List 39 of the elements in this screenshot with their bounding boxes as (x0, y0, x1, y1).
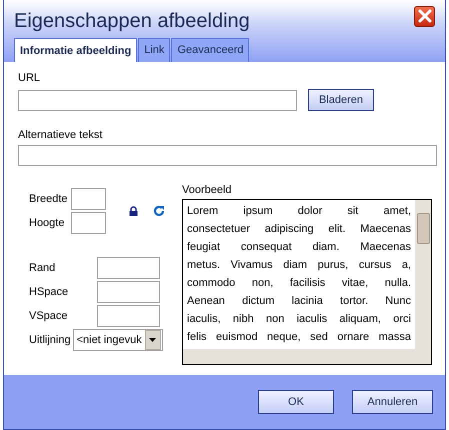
vertical-scrollbar[interactable] (415, 200, 431, 349)
field-label: HSpace (29, 286, 70, 298)
preview-text-line: metus. Vivamus diam purus, cursus a, (187, 258, 411, 273)
tab[interactable]: Link (138, 38, 170, 62)
tab[interactable]: Geavanceerd (171, 38, 250, 62)
field-label: Rand (29, 262, 56, 274)
close-icon (418, 9, 432, 23)
alt-text-field[interactable] (18, 145, 437, 166)
spacing-field[interactable] (97, 305, 160, 327)
dialog-button[interactable]: OK (258, 390, 334, 414)
refresh-icon[interactable] (153, 205, 165, 217)
spacing-field[interactable] (97, 257, 160, 279)
preview-text-line: feugiat consequat diam. Maecenas (187, 240, 411, 255)
preview-label: Voorbeeld (182, 184, 233, 196)
url-label: URL (18, 72, 42, 84)
tab[interactable]: Informatie afbeelding (14, 38, 138, 62)
spacing-field[interactable] (97, 281, 160, 303)
horizontal-scrollbar[interactable] (183, 349, 431, 364)
close-button[interactable] (414, 6, 435, 26)
alignment-dropdown[interactable]: <niet ingevuk (72, 329, 163, 351)
preview-text-line: Lorem ipsum dolor sit amet, (187, 204, 411, 219)
alt-text-label: Alternatieve tekst (18, 129, 104, 141)
caret-icon (149, 338, 156, 342)
browse-button[interactable]: Bladeren (308, 89, 374, 111)
lock-icon[interactable] (129, 206, 138, 216)
url-field[interactable] (18, 90, 297, 110)
size-field[interactable] (71, 188, 106, 210)
preview-text-line: Aenean dictum lacinia tortor. Nunc (187, 294, 411, 309)
field-label: Uitlijning (29, 334, 71, 346)
preview-text-line: iaculis, nibh non iaculis aliquam, orci (187, 312, 411, 327)
preview-text-line: consectetuer adipiscing elit. Maecenas (187, 222, 411, 237)
dialog-button[interactable]: Annuleren (352, 390, 433, 414)
field-label: VSpace (29, 310, 69, 322)
preview-text-line: felis euismod neque, sed ornare massa (187, 330, 411, 345)
size-field[interactable] (71, 212, 106, 234)
preview-text-line: commodo non, facilisis vitae, nulla. (187, 276, 411, 291)
window-title: Eigenschappen afbeelding (14, 10, 250, 32)
field-label: Breedte (29, 193, 69, 205)
field-label: Hoogte (29, 217, 66, 229)
